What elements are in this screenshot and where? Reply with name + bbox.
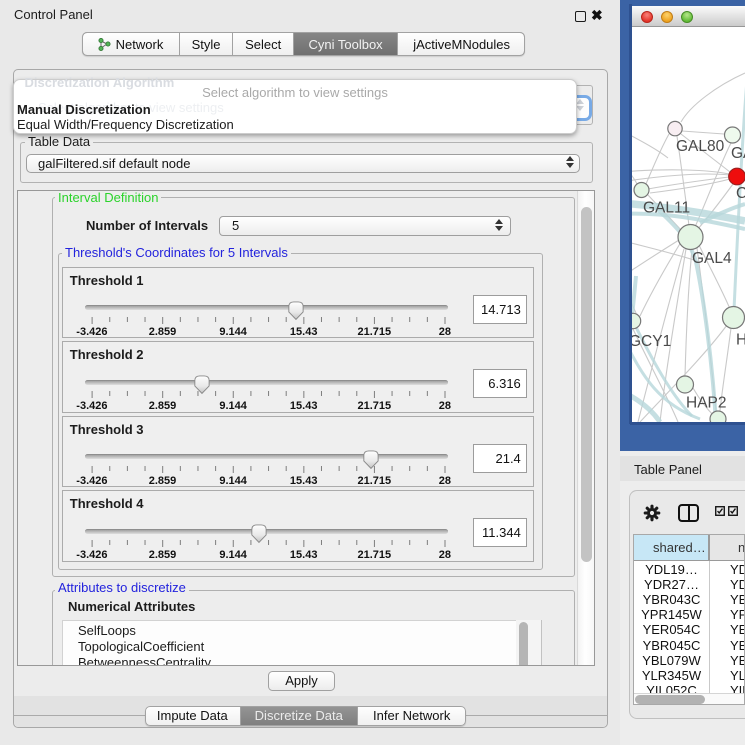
svg-text:GCY1: GCY1	[632, 333, 671, 350]
svg-text:H: H	[736, 332, 745, 349]
svg-text:GAL11: GAL11	[643, 200, 690, 217]
svg-text:GAL4: GAL4	[692, 250, 732, 267]
svg-text:HAP2: HAP2	[686, 395, 727, 412]
svg-text:GAL80: GAL80	[676, 138, 725, 155]
svg-text:GA: GA	[731, 145, 745, 162]
svg-text:C: C	[736, 185, 745, 202]
